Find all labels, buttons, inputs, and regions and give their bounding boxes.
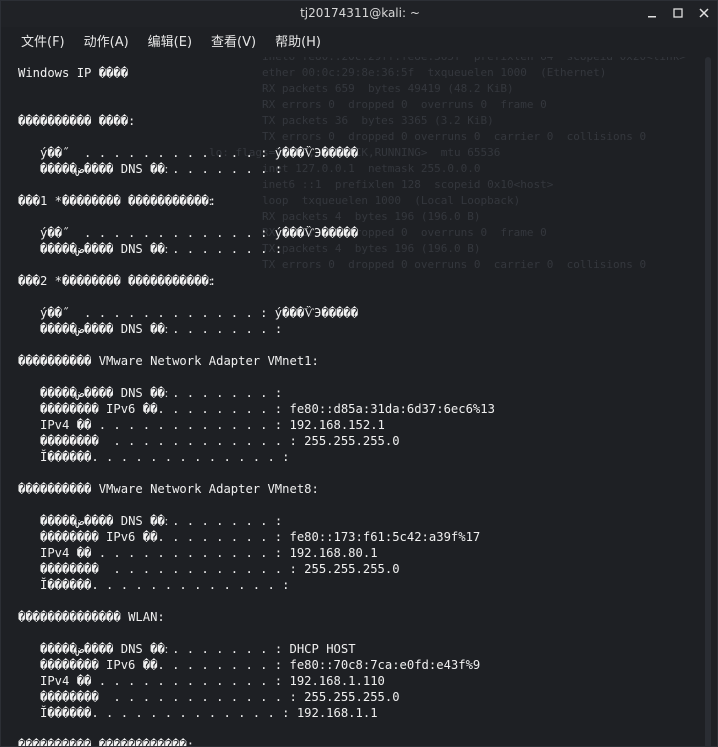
menu-edit[interactable]: 编辑(E) <box>148 31 192 55</box>
terminal-line: �����ض���� DNS ��׃ . . . . . . . : <box>40 514 283 528</box>
terminal-line: ���1 *�������� �����������׃: <box>18 194 217 208</box>
menu-action[interactable]: 动作(A) <box>84 31 129 55</box>
title-bar[interactable]: tj20174311@kali: ~ <box>1 1 717 27</box>
terminal-line: ���׃����������� WLAN: <box>18 610 165 624</box>
menu-bar: 文件(F) 动作(A) 编辑(E) 查看(V) 帮助(H) <box>1 31 717 55</box>
scrollbar[interactable] <box>699 57 717 746</box>
terminal-line: Ĭ������. . . . . . . . . . . . . : <box>18 578 290 592</box>
terminal-window: tj20174311@kali: ~ 文件(F) 动作(A) 编辑(E) 查看(… <box>0 0 718 747</box>
terminal-line: ý��˝ . . . . . . . . . . . . : ý���ѶЭ���… <box>18 226 359 240</box>
terminal-line: ���������� ����: <box>18 114 136 128</box>
terminal-line: �������� IPv6 ��. . . . . . . . : fe80::… <box>18 530 481 544</box>
terminal-line: ���2 *�������� �����������׃: <box>18 274 217 288</box>
terminal-line: �����ض���� DNS ��׃ . . . . . . . : <box>40 242 283 256</box>
terminal-line: ���������� VMware Network Adapter VMnet1… <box>18 354 319 368</box>
terminal-line: IPv4 �� . . . . . . . . . . . . : 192.16… <box>18 546 378 560</box>
terminal-line: ý��˝ . . . . . . . . . . . . : ý���ѶЭ���… <box>18 306 359 320</box>
ghost-line: inet6 fe80::20c:29ff:fe8e:365f prefixlen… <box>209 57 699 65</box>
terminal-line: IPv4 �� . . . . . . . . . . . . : 192.16… <box>18 418 385 432</box>
terminal-line: �������� IPv6 ��. . . . . . . . : fe80::… <box>18 402 495 416</box>
maximize-icon[interactable] <box>671 6 685 20</box>
terminal-line: IPv4 �� . . . . . . . . . . . . : 192.16… <box>18 674 385 688</box>
terminal-line: �����ض���� DNS ��׃ . . . . . . . : DHCP … <box>40 642 356 656</box>
terminal-line: ���������� VMware Network Adapter VMnet8… <box>18 482 319 496</box>
window-controls <box>645 6 711 20</box>
terminal-line: �����ض���� DNS ��׃ . . . . . . . : <box>40 386 283 400</box>
terminal-line: �������� . . . . . . . . . . . . : 255.2… <box>18 434 400 448</box>
menu-file[interactable]: 文件(F) <box>21 31 65 55</box>
terminal-lines: Windows IP ���� ���������� ����: ý��˝ . .… <box>18 65 495 747</box>
terminal-line: �������� . . . . . . . . . . . . : 255.2… <box>18 562 400 576</box>
minimize-icon[interactable] <box>645 6 659 20</box>
terminal-line: Ĭ������. . . . . . . . . . . . . : <box>18 450 290 464</box>
terminal-output[interactable]: eth0: flags=4163<UP,BROADCAST,RUNNING,MU… <box>1 57 701 747</box>
window-title: tj20174311@kali: ~ <box>300 6 420 20</box>
menu-view[interactable]: 查看(V) <box>211 31 256 55</box>
close-icon[interactable] <box>697 6 711 20</box>
terminal-line: �������� . . . . . . . . . . . . : 255.2… <box>18 690 400 704</box>
terminal-line: �����ض���� DNS ��׃ . . . . . . . : <box>40 162 283 176</box>
menu-help[interactable]: 帮助(H) <box>275 31 321 55</box>
terminal-line: �������� IPv6 ��. . . . . . . . : fe80::… <box>18 658 481 672</box>
terminal-line: ý��˝ . . . . . . . . . . . . : ý���ѶЭ���… <box>18 146 359 160</box>
terminal-line: Ĭ������. . . . . . . . . . . . . : 192.1… <box>18 706 378 720</box>
scrollbar-thumb[interactable] <box>705 57 711 746</box>
terminal-line: Windows IP ���� <box>18 66 129 80</box>
terminal-line: ���������� ������������: <box>18 738 195 747</box>
terminal-line: �����ض���� DNS ��׃ . . . . . . . : <box>40 322 283 336</box>
